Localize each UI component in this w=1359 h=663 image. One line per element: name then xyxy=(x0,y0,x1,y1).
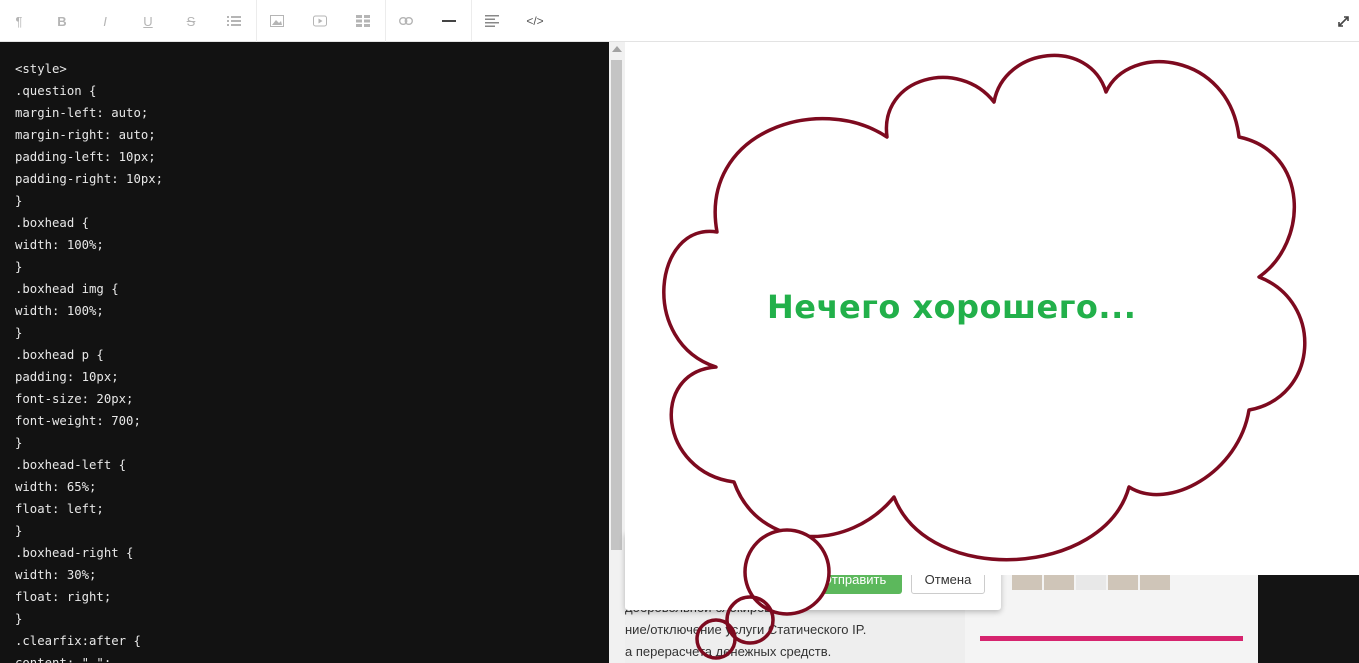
code-line: float: left; xyxy=(15,502,104,516)
code-line: content: " "; xyxy=(15,656,112,663)
list-icon[interactable] xyxy=(221,8,247,34)
preview-pane: добровольной блокировки. ние/отключение … xyxy=(609,42,1359,663)
code-line: } xyxy=(15,260,23,274)
code-line: } xyxy=(15,436,23,450)
image-icon[interactable] xyxy=(264,8,290,34)
thought-bubble-large xyxy=(743,528,831,616)
thought-cloud xyxy=(625,42,1359,660)
toolbar-separator xyxy=(471,0,472,42)
code-line: padding-left: 10px; xyxy=(15,150,156,164)
code-line: .boxhead img { xyxy=(15,282,119,296)
code-line: font-weight: 700; xyxy=(15,414,141,428)
code-line: margin-right: auto; xyxy=(15,128,156,142)
code-line: width: 65%; xyxy=(15,480,97,494)
code-line: } xyxy=(15,326,23,340)
code-line: .boxhead p { xyxy=(15,348,104,362)
italic-icon[interactable]: I xyxy=(92,8,118,34)
align-icon[interactable] xyxy=(479,8,505,34)
cloud-caption: Нечего хорошего... xyxy=(767,288,1137,326)
code-line: padding: 10px; xyxy=(15,370,119,384)
table-icon[interactable] xyxy=(350,8,376,34)
thought-bubble-small xyxy=(695,618,737,660)
code-line: .clearfix:after { xyxy=(15,634,141,648)
code-line: width: 100%; xyxy=(15,238,104,252)
code-editor[interactable]: <style> .question { margin-left: auto; m… xyxy=(0,42,609,663)
editor-toolbar: ¶ B I U S </> xyxy=(0,0,1359,42)
code-line: padding-right: 10px; xyxy=(15,172,164,186)
code-line: float: right; xyxy=(15,590,112,604)
fullscreen-icon[interactable] xyxy=(1330,8,1356,34)
code-line: .question { xyxy=(15,84,97,98)
link-icon[interactable] xyxy=(393,8,419,34)
code-line: <style> xyxy=(15,62,67,76)
code-line: .boxhead-right { xyxy=(15,546,134,560)
code-line: margin-left: auto; xyxy=(15,106,149,120)
code-line: width: 30%; xyxy=(15,568,97,582)
code-icon[interactable]: </> xyxy=(522,8,548,34)
bold-icon[interactable]: B xyxy=(49,8,75,34)
toolbar-separator xyxy=(256,0,257,42)
code-line: .boxhead { xyxy=(15,216,90,230)
paragraph-icon[interactable]: ¶ xyxy=(6,8,32,34)
code-line: } xyxy=(15,194,23,208)
code-line: width: 100%; xyxy=(15,304,104,318)
toolbar-separator xyxy=(385,0,386,42)
video-icon[interactable] xyxy=(307,8,333,34)
strikethrough-icon[interactable]: S xyxy=(178,8,204,34)
code-line: font-size: 20px; xyxy=(15,392,134,406)
code-line: .boxhead-left { xyxy=(15,458,127,472)
code-line: } xyxy=(15,612,23,626)
code-line: } xyxy=(15,524,23,538)
horizontal-rule-icon[interactable] xyxy=(436,8,462,34)
underline-icon[interactable]: U xyxy=(135,8,161,34)
